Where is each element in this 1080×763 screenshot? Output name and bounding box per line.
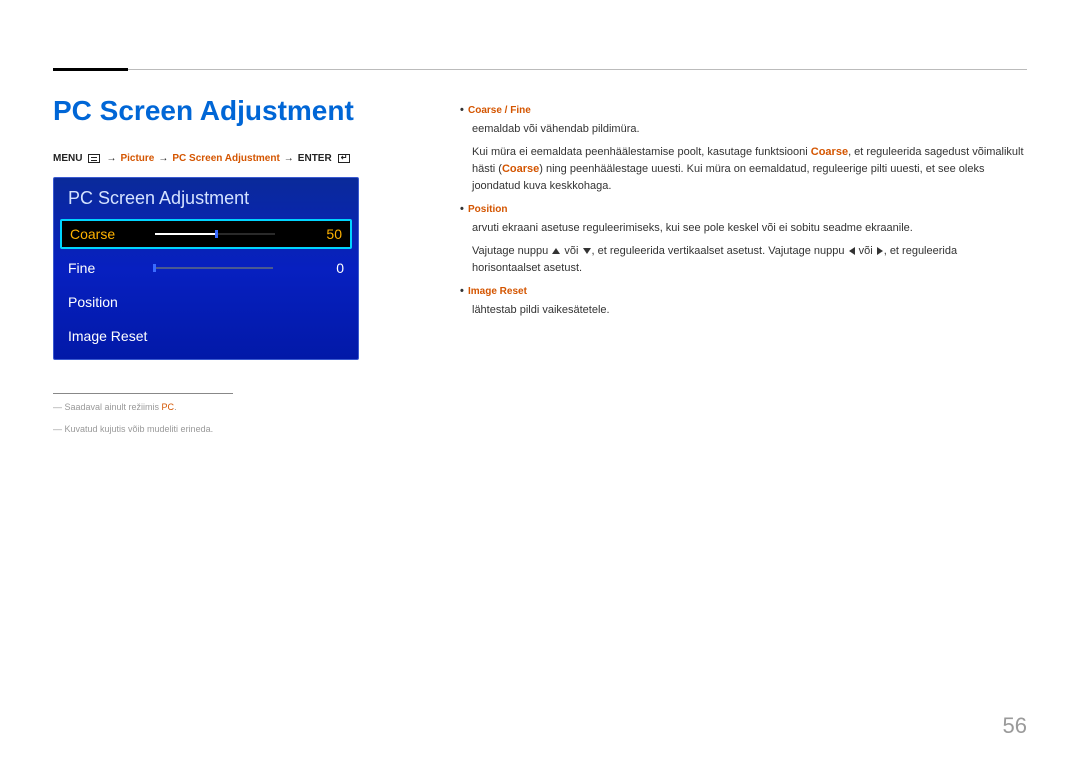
desc-item-position: •Position arvuti ekraani asetuse regulee…: [460, 201, 1027, 277]
osd-row-position[interactable]: Position: [54, 285, 358, 319]
breadcrumb-pcsa: PC Screen Adjustment: [172, 153, 279, 164]
slider-handle[interactable]: [215, 230, 218, 238]
slider-track: [153, 267, 273, 269]
footnote-hl: PC: [162, 402, 175, 412]
t: Vajutage nuppu: [472, 245, 551, 257]
osd-row-fine[interactable]: Fine 0: [54, 251, 358, 285]
footnote-1: ― Saadaval ainult režiimis PC.: [53, 402, 177, 412]
breadcrumb-arrow: →: [158, 153, 168, 164]
osd-label: Image Reset: [68, 328, 344, 344]
osd-header: PC Screen Adjustment: [54, 178, 358, 219]
footnote-2: ― Kuvatud kujutis võib mudeliti erineda.: [53, 424, 213, 434]
desc-text: Kui müra ei eemaldata peenhäälestamise p…: [472, 144, 1027, 195]
osd-value: 50: [302, 226, 342, 242]
breadcrumb: MENU → Picture → PC Screen Adjustment → …: [53, 153, 352, 164]
osd-value: 0: [304, 260, 344, 276]
page-number: 56: [1003, 713, 1027, 739]
desc-text: eemaldab või vähendab pildimüra.: [472, 121, 1027, 138]
down-arrow-icon: [583, 248, 591, 254]
coarse-slider[interactable]: [155, 231, 275, 237]
desc-heading: Coarse / Fine: [468, 105, 531, 116]
bullet-icon: •: [460, 102, 468, 119]
left-arrow-icon: [849, 247, 855, 255]
fine-slider[interactable]: [153, 265, 273, 271]
bullet-icon: •: [460, 283, 468, 300]
footnote-text: .: [174, 402, 177, 412]
breadcrumb-menu: MENU: [53, 153, 82, 164]
slider-handle[interactable]: [153, 264, 156, 272]
osd-row-image-reset[interactable]: Image Reset: [54, 319, 358, 353]
description-column: •Coarse / Fine eemaldab või vähendab pil…: [460, 102, 1027, 326]
right-arrow-icon: [877, 247, 883, 255]
menu-icon: [88, 154, 100, 163]
page-title: PC Screen Adjustment: [53, 95, 354, 127]
inline-highlight: Coarse: [502, 163, 539, 175]
desc-heading: Image Reset: [468, 286, 527, 297]
t: või: [856, 245, 876, 257]
desc-item-coarse-fine: •Coarse / Fine eemaldab või vähendab pil…: [460, 102, 1027, 195]
header-rule-thin: [128, 69, 1027, 70]
breadcrumb-arrow: →: [106, 153, 116, 164]
enter-icon: [338, 154, 350, 163]
slider-fill: [155, 233, 215, 235]
desc-text: lähtestab pildi vaikesätetele.: [472, 302, 1027, 319]
osd-label: Position: [68, 294, 153, 310]
t: või: [561, 245, 581, 257]
t: ) ning peenhäälestage uuesti. Kui müra o…: [472, 163, 984, 192]
osd-label: Fine: [68, 260, 153, 276]
desc-text: arvuti ekraani asetuse reguleerimiseks, …: [472, 220, 1027, 237]
breadcrumb-picture: Picture: [120, 153, 154, 164]
desc-item-image-reset: •Image Reset lähtestab pildi vaikesätete…: [460, 283, 1027, 319]
osd-label: Coarse: [70, 226, 155, 242]
inline-highlight: Coarse: [811, 146, 848, 158]
osd-row-coarse[interactable]: Coarse 50: [60, 219, 352, 249]
osd-panel: PC Screen Adjustment Coarse 50 Fine 0 Po…: [53, 177, 359, 360]
breadcrumb-arrow: →: [284, 153, 294, 164]
footnote-rule: [53, 393, 233, 394]
breadcrumb-enter: ENTER: [298, 153, 332, 164]
t: Kui müra ei eemaldata peenhäälestamise p…: [472, 146, 811, 158]
t: , et reguleerida vertikaalset asetust. V…: [592, 245, 848, 257]
desc-text: Vajutage nuppu või , et reguleerida vert…: [472, 243, 1027, 277]
footnote-text: ― Saadaval ainult režiimis: [53, 402, 162, 412]
bullet-icon: •: [460, 201, 468, 218]
desc-heading: Position: [468, 204, 507, 215]
header-rule-bold: [53, 68, 128, 71]
up-arrow-icon: [552, 248, 560, 254]
